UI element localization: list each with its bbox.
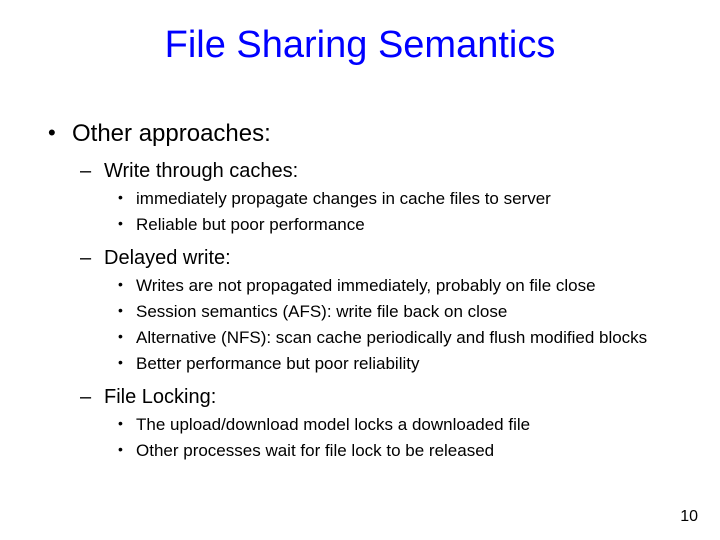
subheading-text: Write through caches: <box>104 160 298 182</box>
detail-text: Reliable but poor performance <box>136 215 365 234</box>
detail-item: Writes are not propagated immediately, p… <box>104 276 684 296</box>
subheading-write-through: Write through caches: immediately propag… <box>72 160 684 235</box>
detail-text: Alternative (NFS): scan cache periodical… <box>136 328 647 347</box>
detail-item: Better performance but poor reliability <box>104 354 684 374</box>
detail-text: Session semantics (AFS): write file back… <box>136 302 507 321</box>
slide: File Sharing Semantics Other approaches:… <box>0 0 720 540</box>
detail-text: Writes are not propagated immediately, p… <box>136 276 596 295</box>
detail-item: Other processes wait for file lock to be… <box>104 441 684 461</box>
bullet-other-approaches: Other approaches: Write through caches: … <box>36 120 684 461</box>
detail-text: Other processes wait for file lock to be… <box>136 441 494 460</box>
detail-item: immediately propagate changes in cache f… <box>104 189 684 209</box>
detail-text: Better performance but poor reliability <box>136 354 419 373</box>
detail-text: immediately propagate changes in cache f… <box>136 189 551 208</box>
detail-item: Alternative (NFS): scan cache periodical… <box>104 328 684 348</box>
slide-body: Other approaches: Write through caches: … <box>36 120 684 467</box>
detail-item: The upload/download model locks a downlo… <box>104 415 684 435</box>
detail-item: Session semantics (AFS): write file back… <box>104 302 684 322</box>
detail-text: The upload/download model locks a downlo… <box>136 415 530 434</box>
subheading-text: Delayed write: <box>104 247 231 269</box>
subheading-file-locking: File Locking: The upload/download model … <box>72 386 684 461</box>
slide-title: File Sharing Semantics <box>0 24 720 67</box>
bullet-text: Other approaches: <box>72 120 271 147</box>
detail-item: Reliable but poor performance <box>104 215 684 235</box>
page-number: 10 <box>680 508 698 526</box>
subheading-delayed-write: Delayed write: Writes are not propagated… <box>72 247 684 374</box>
subheading-text: File Locking: <box>104 386 216 408</box>
